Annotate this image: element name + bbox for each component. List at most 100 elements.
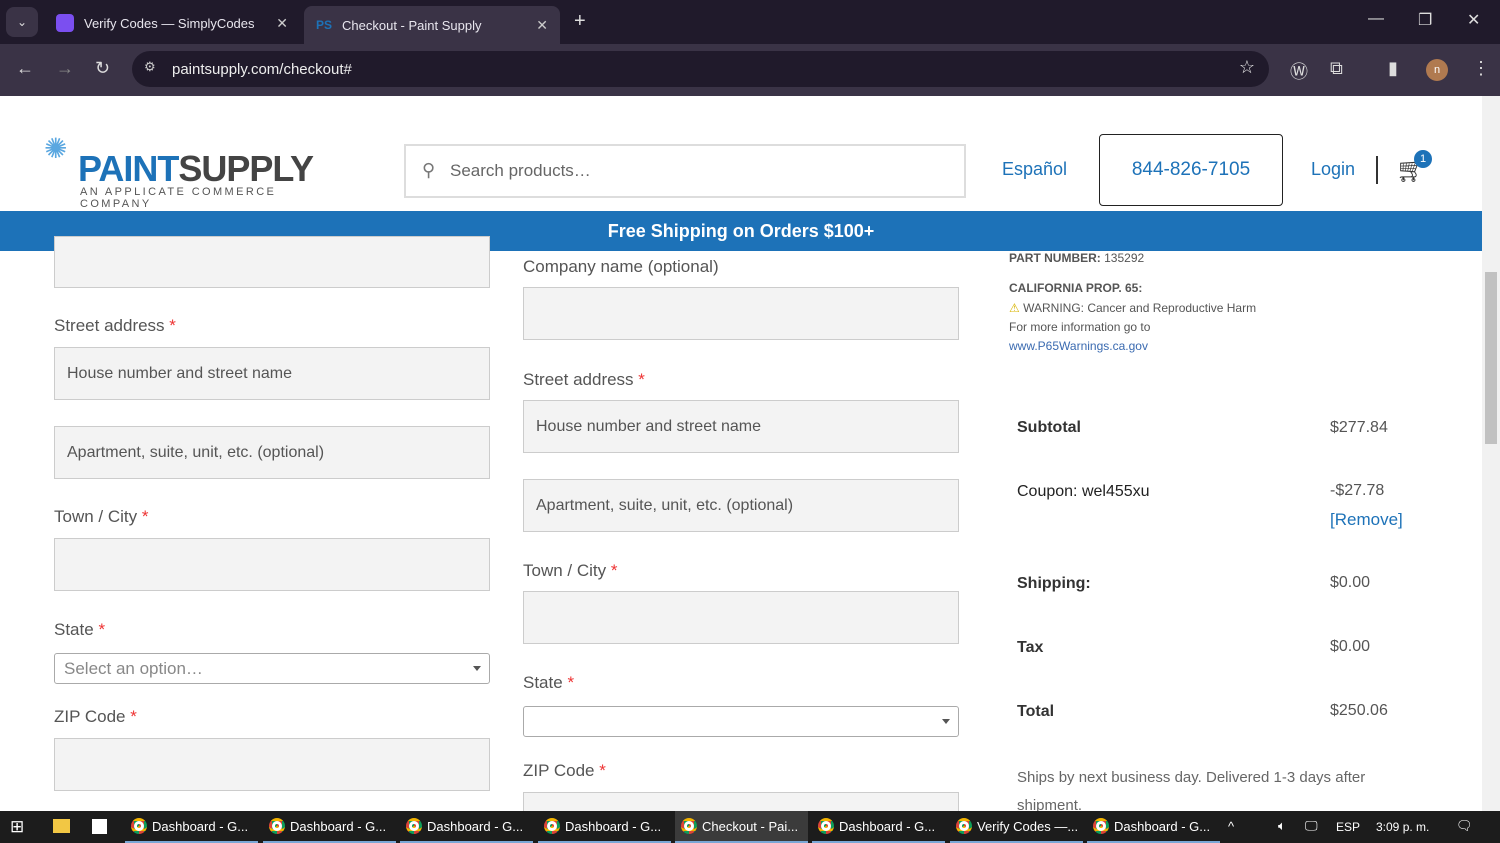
windows-start-icon[interactable]: ⊞: [10, 817, 24, 837]
browser-toolbar: ← → ↻ ⚙ paintsupply.com/checkout# ☆ Ⓦ ⧉ …: [0, 44, 1500, 96]
tax-value: $0.00: [1330, 638, 1371, 655]
shipping-street-input[interactable]: House number and street name: [523, 400, 959, 453]
p65-link[interactable]: www.P65Warnings.ca.gov: [1009, 339, 1148, 353]
minimize-button[interactable]: —: [1368, 10, 1384, 28]
tab-checkout[interactable]: PS Checkout - Paint Supply ✕: [304, 6, 560, 44]
taskbar-item[interactable]: Dashboard - G...: [812, 811, 945, 843]
extensions-puzzle-icon[interactable]: ⧉: [1330, 58, 1343, 79]
taskbar-item[interactable]: Checkout - Pai...: [675, 811, 808, 843]
new-tab-button[interactable]: +: [574, 10, 586, 33]
bookmark-star-icon[interactable]: ☆: [1239, 57, 1255, 78]
taskbar-item[interactable]: Dashboard - G...: [125, 811, 258, 843]
search-icon: ⚲: [422, 160, 436, 180]
chrome-icon: [544, 818, 560, 834]
shipping-state-select[interactable]: [523, 706, 959, 737]
tab-title: Checkout - Paint Supply: [342, 17, 482, 33]
tray-chevron-icon[interactable]: ^: [1228, 819, 1234, 834]
company-label: Company name (optional): [523, 257, 719, 276]
language-indicator[interactable]: ESP: [1336, 820, 1360, 834]
taskbar-item[interactable]: Verify Codes —...: [950, 811, 1083, 843]
reload-icon[interactable]: ↻: [95, 58, 110, 79]
tax-label: Tax: [1017, 639, 1044, 656]
subtotal-label: Subtotal: [1017, 419, 1081, 436]
chrome-icon: [131, 818, 147, 834]
remove-coupon-link[interactable]: [Remove]: [1330, 510, 1403, 530]
billing-previous-field[interactable]: [54, 236, 490, 288]
company-input[interactable]: [523, 287, 959, 340]
volume-icon[interactable]: 🔈︎: [1278, 818, 1286, 834]
close-tab-icon[interactable]: ✕: [536, 17, 548, 34]
billing-city-label: Town / City *: [54, 507, 149, 526]
shipping-apt-input[interactable]: Apartment, suite, unit, etc. (optional): [523, 479, 959, 532]
taskbar-item[interactable]: Dashboard - G...: [263, 811, 396, 843]
close-window-button[interactable]: ✕: [1467, 10, 1480, 30]
menu-icon[interactable]: ⋮: [1472, 58, 1490, 79]
chrome-icon: [956, 818, 972, 834]
scrollbar[interactable]: [1482, 96, 1500, 811]
shipping-label: Shipping:: [1017, 575, 1091, 592]
splash-graphic: ✺: [44, 133, 68, 164]
billing-street-label: Street address *: [54, 316, 176, 335]
billing-city-input[interactable]: [54, 538, 490, 591]
chrome-icon: [818, 818, 834, 834]
prop65-label: CALIFORNIA PROP. 65:: [1009, 281, 1143, 295]
billing-apt-input[interactable]: Apartment, suite, unit, etc. (optional): [54, 426, 490, 479]
billing-state-select[interactable]: Select an option…: [54, 653, 490, 684]
network-icon[interactable]: 🖵︎: [1305, 818, 1318, 834]
restore-button[interactable]: ❐: [1418, 10, 1432, 30]
logo-tagline: AN APPLICATE COMMERCE COMPANY: [80, 186, 277, 210]
taskbar: ⊞ Dashboard - G... Dashboard - G... Dash…: [0, 811, 1500, 843]
logo[interactable]: ✺ PAINTSUPPLY AN APPLICATE COMMERCE COMP…: [40, 118, 350, 210]
billing-zip-input[interactable]: [54, 738, 490, 791]
shipping-state-label: State *: [523, 673, 575, 692]
tab-strip: ⌄ Verify Codes — SimplyCodes ✕ PS Checko…: [0, 0, 1500, 44]
tab-search-button[interactable]: ⌄: [6, 7, 38, 37]
scrollbar-thumb[interactable]: [1485, 272, 1497, 444]
billing-zip-label: ZIP Code *: [54, 707, 137, 726]
tab-title: Verify Codes — SimplyCodes: [84, 15, 255, 31]
close-tab-icon[interactable]: ✕: [276, 15, 288, 32]
profile-avatar[interactable]: n: [1426, 59, 1448, 81]
notifications-icon[interactable]: 🗨︎: [1456, 818, 1473, 834]
forward-icon[interactable]: →: [56, 58, 74, 79]
side-panel-icon[interactable]: ▮: [1388, 58, 1398, 79]
login-link[interactable]: Login: [1311, 159, 1355, 180]
language-link[interactable]: Español: [1002, 159, 1067, 180]
billing-state-label: State *: [54, 620, 106, 639]
coupon-value: -$27.78: [1330, 482, 1385, 499]
back-icon[interactable]: ←: [16, 58, 34, 79]
total-value: $250.06: [1330, 702, 1388, 719]
taskbar-item[interactable]: Dashboard - G...: [1087, 811, 1220, 843]
warning-icon: ⚠: [1009, 301, 1020, 315]
shipping-city-input[interactable]: [523, 591, 959, 644]
search-input[interactable]: ⚲ Search products…: [404, 144, 966, 198]
site-info-icon[interactable]: ⚙: [144, 59, 156, 75]
simplycodes-icon: [56, 14, 74, 32]
shipping-value: $0.00: [1330, 574, 1371, 591]
clock[interactable]: 3:09 p. m.: [1376, 820, 1429, 834]
phone-button[interactable]: 844-826-7105: [1099, 134, 1283, 206]
tab-verify-codes[interactable]: Verify Codes — SimplyCodes ✕: [44, 6, 300, 40]
store-icon[interactable]: [92, 819, 107, 834]
more-info-text: For more information go to: [1009, 320, 1151, 334]
chrome-icon: [1093, 818, 1109, 834]
cart-count-badge: 1: [1414, 150, 1432, 168]
cart-button[interactable]: 🛒︎ 1: [1396, 150, 1432, 185]
divider: [1376, 156, 1378, 184]
extension-icon[interactable]: Ⓦ: [1290, 58, 1308, 84]
page: ✺ PAINTSUPPLY AN APPLICATE COMMERCE COMP…: [0, 96, 1482, 811]
subtotal-value: $277.84: [1330, 419, 1388, 436]
coupon-label: Coupon: wel455xu: [1017, 483, 1150, 500]
taskbar-item[interactable]: Dashboard - G...: [538, 811, 671, 843]
logo-text: PAINTSUPPLY: [78, 148, 314, 189]
shipping-zip-input[interactable]: [523, 792, 959, 811]
shipping-zip-label: ZIP Code *: [523, 761, 606, 780]
address-bar[interactable]: ⚙ paintsupply.com/checkout# ☆: [132, 51, 1269, 87]
taskbar-item[interactable]: Dashboard - G...: [400, 811, 533, 843]
billing-street-input[interactable]: House number and street name: [54, 347, 490, 400]
file-explorer-icon[interactable]: [53, 819, 70, 833]
shipping-street-label: Street address *: [523, 370, 645, 389]
url-text: paintsupply.com/checkout#: [172, 60, 352, 78]
paintsupply-favicon: PS: [316, 18, 333, 32]
chrome-icon: [269, 818, 285, 834]
